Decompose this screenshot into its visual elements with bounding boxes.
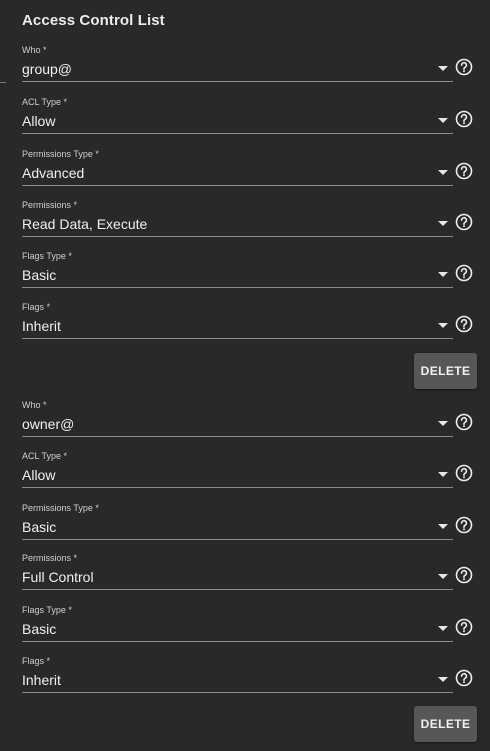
help-circle-icon[interactable] bbox=[455, 110, 473, 128]
acl-type-value: Allow bbox=[22, 467, 56, 483]
flags-value: Inherit bbox=[22, 318, 61, 334]
chevron-down-icon[interactable] bbox=[438, 574, 448, 579]
divider bbox=[0, 82, 6, 83]
flags-type-label: Flags Type * bbox=[22, 251, 72, 261]
flags-label: Flags * bbox=[22, 302, 51, 312]
who-dropdown[interactable]: group@ bbox=[22, 59, 453, 82]
help-circle-icon[interactable] bbox=[455, 213, 473, 231]
delete-button[interactable]: DELETE bbox=[414, 706, 477, 742]
acl-type-dropdown[interactable]: Allow bbox=[22, 111, 453, 134]
permissions-select[interactable]: Permissions * Full Control bbox=[22, 553, 474, 595]
who-select[interactable]: Who * owner@ bbox=[22, 400, 474, 442]
who-select[interactable]: Who * group@ bbox=[22, 45, 474, 87]
permissions-type-dropdown[interactable]: Advanced bbox=[22, 163, 453, 186]
permissions-type-dropdown[interactable]: Basic bbox=[22, 517, 453, 540]
acl-type-label: ACL Type * bbox=[22, 97, 68, 107]
flags-type-label: Flags Type * bbox=[22, 605, 72, 615]
flags-dropdown[interactable]: Inherit bbox=[22, 670, 453, 693]
chevron-down-icon[interactable] bbox=[438, 323, 448, 328]
flags-type-value: Basic bbox=[22, 621, 57, 637]
permissions-dropdown[interactable]: Full Control bbox=[22, 567, 453, 590]
who-value: group@ bbox=[22, 61, 73, 77]
permissions-label: Permissions * bbox=[22, 200, 78, 210]
chevron-down-icon[interactable] bbox=[438, 626, 448, 631]
help-circle-icon[interactable] bbox=[455, 315, 473, 333]
flags-select[interactable]: Flags * Inherit bbox=[22, 656, 474, 698]
acl-type-label: ACL Type * bbox=[22, 451, 68, 461]
permissions-value: Full Control bbox=[22, 569, 94, 585]
help-circle-icon[interactable] bbox=[455, 464, 473, 482]
chevron-down-icon[interactable] bbox=[438, 66, 448, 71]
acl-panel: Access Control List Who * group@ ACL Typ… bbox=[0, 0, 490, 751]
who-dropdown[interactable]: owner@ bbox=[22, 414, 453, 437]
flags-type-value: Basic bbox=[22, 267, 57, 283]
help-circle-icon[interactable] bbox=[455, 618, 473, 636]
chevron-down-icon[interactable] bbox=[438, 272, 448, 277]
permissions-type-select[interactable]: Permissions Type * Basic bbox=[22, 503, 474, 545]
flags-select[interactable]: Flags * Inherit bbox=[22, 302, 474, 344]
help-circle-icon[interactable] bbox=[455, 264, 473, 282]
chevron-down-icon[interactable] bbox=[438, 421, 448, 426]
chevron-down-icon[interactable] bbox=[438, 472, 448, 477]
permissions-type-label: Permissions Type * bbox=[22, 149, 99, 159]
who-value: owner@ bbox=[22, 416, 75, 432]
chevron-down-icon[interactable] bbox=[438, 221, 448, 226]
help-circle-icon[interactable] bbox=[455, 58, 473, 76]
flags-type-select[interactable]: Flags Type * Basic bbox=[22, 251, 474, 293]
flags-dropdown[interactable]: Inherit bbox=[22, 316, 453, 339]
help-circle-icon[interactable] bbox=[455, 162, 473, 180]
permissions-type-value: Basic bbox=[22, 519, 57, 535]
chevron-down-icon[interactable] bbox=[438, 170, 448, 175]
delete-button[interactable]: DELETE bbox=[414, 353, 477, 389]
help-circle-icon[interactable] bbox=[455, 516, 473, 534]
help-circle-icon[interactable] bbox=[455, 413, 473, 431]
permissions-type-select[interactable]: Permissions Type * Advanced bbox=[22, 149, 474, 191]
acl-type-value: Allow bbox=[22, 113, 56, 129]
permissions-type-label: Permissions Type * bbox=[22, 503, 99, 513]
help-circle-icon[interactable] bbox=[455, 669, 473, 687]
permissions-dropdown[interactable]: Read Data, Execute bbox=[22, 214, 453, 237]
section-title: Access Control List bbox=[22, 12, 165, 29]
flags-type-dropdown[interactable]: Basic bbox=[22, 619, 453, 642]
chevron-down-icon[interactable] bbox=[438, 524, 448, 529]
flags-type-select[interactable]: Flags Type * Basic bbox=[22, 605, 474, 647]
permissions-label: Permissions * bbox=[22, 553, 78, 563]
acl-type-select[interactable]: ACL Type * Allow bbox=[22, 451, 474, 493]
chevron-down-icon[interactable] bbox=[438, 677, 448, 682]
acl-type-select[interactable]: ACL Type * Allow bbox=[22, 97, 474, 139]
acl-type-dropdown[interactable]: Allow bbox=[22, 465, 453, 488]
flags-label: Flags * bbox=[22, 656, 51, 666]
flags-value: Inherit bbox=[22, 672, 61, 688]
help-circle-icon[interactable] bbox=[455, 566, 473, 584]
chevron-down-icon[interactable] bbox=[438, 118, 448, 123]
permissions-type-value: Advanced bbox=[22, 165, 85, 181]
who-label: Who * bbox=[22, 45, 47, 55]
who-label: Who * bbox=[22, 400, 47, 410]
permissions-select[interactable]: Permissions * Read Data, Execute bbox=[22, 200, 474, 242]
permissions-value: Read Data, Execute bbox=[22, 216, 148, 232]
flags-type-dropdown[interactable]: Basic bbox=[22, 265, 453, 288]
